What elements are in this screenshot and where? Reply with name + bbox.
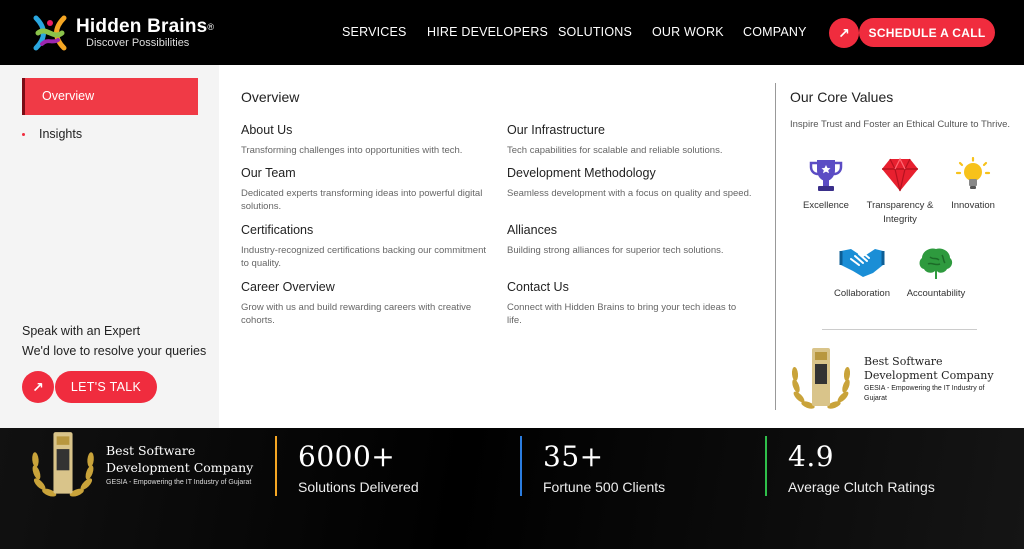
link-description: Tech capabilities for scalable and relia… <box>507 145 723 156</box>
award-laurel-icon <box>32 432 94 497</box>
arrow-up-right-icon: ↗ <box>32 378 44 395</box>
link-title: Our Infrastructure <box>507 123 605 137</box>
menu-solutions[interactable]: SOLUTIONS <box>558 24 632 40</box>
menu-company[interactable]: COMPANY <box>743 24 807 40</box>
company-mega-menu: Overview Insights Speak with an Expert W… <box>0 65 1024 428</box>
link-description: Grow with us and build rewarding careers… <box>241 302 472 326</box>
link-our-team[interactable]: Our Team Dedicated experts transforming … <box>241 166 486 213</box>
link-title: Contact Us <box>507 280 569 294</box>
menu-our-work[interactable]: OUR WORK <box>652 24 724 40</box>
mega-menu-sidebar: Overview Insights Speak with an Expert W… <box>0 65 219 428</box>
lightbulb-icon <box>955 157 991 189</box>
link-career-overview[interactable]: Career Overview Grow with us and build r… <box>241 280 486 327</box>
award-title-line2: Development Company <box>106 460 254 475</box>
award-laurel-icon <box>791 348 851 409</box>
value-innovation: Innovation <box>933 157 1013 213</box>
award-title-line1: Best Software <box>864 355 943 368</box>
vertical-divider <box>775 83 776 410</box>
stat-divider <box>275 436 277 496</box>
award-title: Best Software Development Company <box>864 355 994 383</box>
stat-divider <box>765 436 767 496</box>
value-excellence: Excellence <box>786 157 866 213</box>
arrow-up-right-icon: ↗ <box>838 24 850 41</box>
link-description: Transforming challenges into opportuniti… <box>241 145 463 156</box>
link-description: Seamless development with a focus on qua… <box>507 188 752 199</box>
award-subtitle: GESIA - Empowering the IT Industry of Gu… <box>106 479 252 486</box>
stat-value-solutions: 6000+ <box>298 440 396 473</box>
link-about-us[interactable]: About Us Transforming challenges into op… <box>241 123 486 157</box>
stats-bar: Best Software Development Company GESIA … <box>0 428 1024 549</box>
value-collaboration: Collaboration <box>822 245 902 301</box>
sidebar-item-insights[interactable]: Insights <box>39 127 82 141</box>
link-description: Connect with Hidden Brains to bring your… <box>507 302 737 326</box>
diamond-icon <box>882 157 918 192</box>
award-title-line1: Best Software <box>106 443 196 458</box>
talk-arrow-button[interactable]: ↗ <box>22 371 54 403</box>
link-description: Building strong alliances for superior t… <box>507 245 724 256</box>
award-title: Best Software Development Company <box>106 442 253 476</box>
lets-talk-button[interactable]: LET'S TALK <box>55 371 157 403</box>
overview-heading: Overview <box>241 89 300 105</box>
brain-tree-icon <box>919 248 953 279</box>
expert-heading: Speak with an Expert <box>22 324 141 338</box>
award-title-line2: Development Company <box>864 369 994 382</box>
award-subtitle: GESIA - Empowering the IT Industry of Gu… <box>864 385 985 402</box>
value-accountability: Accountability <box>896 245 976 301</box>
stat-value-ratings: 4.9 <box>788 440 835 473</box>
top-navigation: Hidden Brains® Discover Possibilities SE… <box>0 0 1024 65</box>
link-alliances[interactable]: Alliances Building strong alliances for … <box>507 223 752 257</box>
trophy-icon <box>809 160 843 191</box>
value-label: Excellence <box>803 200 849 211</box>
stat-divider <box>520 436 522 496</box>
value-label: Collaboration <box>834 288 890 299</box>
link-title: About Us <box>241 123 293 137</box>
link-contact-us[interactable]: Contact Us Connect with Hidden Brains to… <box>507 280 752 327</box>
link-title: Alliances <box>507 223 558 237</box>
handshake-icon <box>839 249 885 277</box>
menu-services[interactable]: SERVICES <box>342 24 407 40</box>
link-title: Development Methodology <box>507 166 656 180</box>
schedule-arrow-button[interactable]: ↗ <box>829 18 859 48</box>
link-description: Dedicated experts transforming ideas int… <box>241 188 483 212</box>
stat-label-clients: Fortune 500 Clients <box>543 479 666 495</box>
value-label: Innovation <box>951 200 995 211</box>
link-title: Our Team <box>241 166 296 180</box>
link-development-methodology[interactable]: Development Methodology Seamless develop… <box>507 166 752 200</box>
menu-hire-developers[interactable]: HIRE DEVELOPERS <box>427 24 548 40</box>
stat-value-clients: 35+ <box>543 440 604 473</box>
horizontal-divider <box>822 329 977 330</box>
value-label: Accountability <box>906 288 966 299</box>
value-transparency: Transparency & Integrity <box>860 157 940 227</box>
sidebar-item-overview[interactable]: Overview <box>22 78 198 115</box>
link-certifications[interactable]: Certifications Industry-recognized certi… <box>241 223 486 270</box>
core-values-subtitle: Inspire Trust and Foster an Ethical Cult… <box>790 119 1011 130</box>
stat-label-ratings: Average Clutch Ratings <box>788 479 935 495</box>
stat-label-solutions: Solutions Delivered <box>298 479 419 495</box>
link-description: Industry-recognized certifications backi… <box>241 245 486 269</box>
value-label: Transparency & Integrity <box>866 200 934 225</box>
link-our-infrastructure[interactable]: Our Infrastructure Tech capabilities for… <box>507 123 752 157</box>
link-title: Certifications <box>241 223 314 237</box>
link-title: Career Overview <box>241 280 335 294</box>
core-values-heading: Our Core Values <box>790 89 894 105</box>
expert-text: We'd love to resolve your queries <box>22 344 207 358</box>
schedule-call-button[interactable]: SCHEDULE A CALL <box>859 18 995 47</box>
bullet-dot <box>22 133 25 136</box>
